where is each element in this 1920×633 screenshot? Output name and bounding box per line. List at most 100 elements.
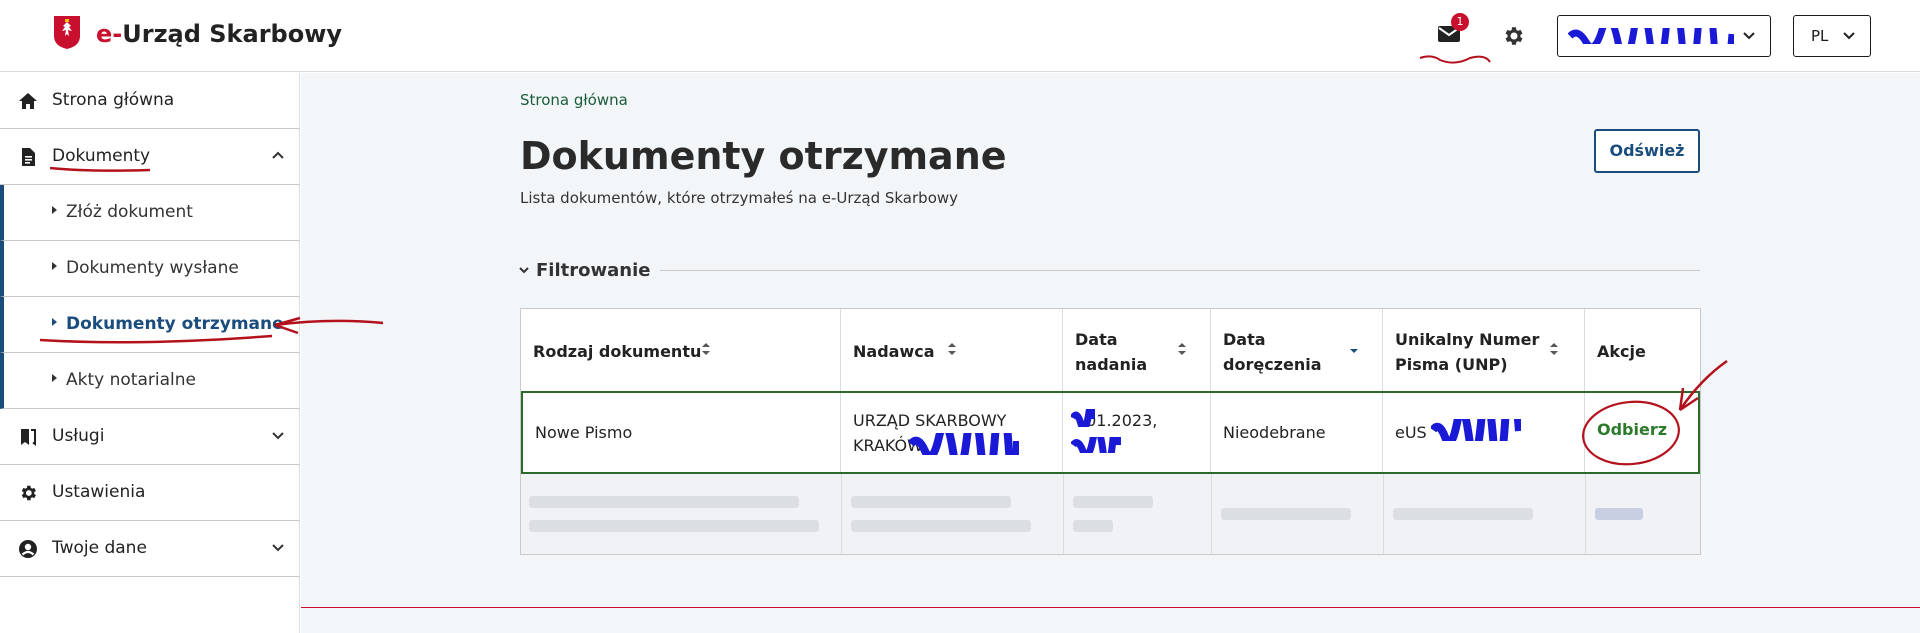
page-subtitle: Lista dokumentów, które otrzymałeś na e-… [520, 189, 959, 207]
blurred-action [1595, 508, 1643, 520]
cell-value: eUS [1395, 423, 1427, 442]
header-line: nadania [1075, 355, 1148, 374]
chevron-up-icon [272, 151, 284, 159]
column-header-label: Akcje [1597, 342, 1646, 361]
column-header-unp[interactable]: Unikalny Numer Pisma (UNP) [1383, 309, 1585, 391]
cell-value: Nieodebrane [1223, 423, 1326, 442]
sort-icon[interactable] [947, 342, 957, 356]
sort-icon[interactable] [1177, 342, 1187, 356]
column-header-label: Nadawca [853, 342, 935, 361]
column-divider [841, 474, 842, 554]
sort-icon[interactable] [701, 342, 711, 356]
brand-name: Urząd Skarbowy [122, 20, 343, 48]
chevron-down-icon [272, 544, 284, 552]
redaction-scribble [1431, 419, 1521, 441]
redaction-scribble [909, 433, 1019, 455]
breadcrumb-home-link[interactable]: Strona główna [520, 91, 628, 109]
column-header-label: Data nadania [1075, 327, 1147, 377]
header-line: Pisma (UNP) [1395, 355, 1508, 374]
sidebar-item-label: Usługi [52, 426, 105, 446]
table-row-blurred[interactable] [521, 474, 1700, 554]
footer-strip [301, 608, 1920, 633]
column-header-label: Data doręczenia [1223, 327, 1322, 377]
redaction-scribble [1071, 437, 1121, 453]
sidebar-subitem-received-documents[interactable]: Dokumenty otrzymane [0, 297, 300, 353]
header-line: Data [1223, 330, 1266, 349]
sidebar-item-label: Twoje dane [52, 538, 147, 558]
chevron-down-icon [519, 267, 529, 274]
brand-title[interactable]: e-Urząd Skarbowy [96, 20, 342, 48]
column-divider [1585, 474, 1586, 554]
page-title: Dokumenty otrzymane [520, 134, 1007, 178]
sort-desc-icon[interactable] [1349, 342, 1359, 356]
blurred-text [1393, 508, 1533, 520]
cell-date-sent: .01.2023, [1063, 393, 1211, 472]
blurred-text [1221, 508, 1351, 520]
cell-type: Nowe Pismo [523, 393, 841, 472]
account-dropdown-button[interactable] [1557, 15, 1771, 57]
sidebar-item-label: Ustawienia [52, 482, 146, 502]
refresh-button[interactable]: Odśwież [1594, 129, 1700, 173]
filter-toggle[interactable]: Filtrowanie [518, 260, 650, 281]
sidebar-item-home[interactable]: Strona główna [0, 73, 300, 129]
document-icon [22, 148, 35, 166]
bullet-icon [52, 318, 57, 326]
sidebar-item-label: Dokumenty wysłane [66, 258, 239, 278]
sidebar-item-your-data[interactable]: Twoje dane [0, 521, 300, 577]
blurred-text [851, 520, 1031, 532]
bookmark-icon [21, 429, 36, 446]
cell-sender: URZĄD SKARBOWY KRAKÓW [841, 393, 1063, 472]
chevron-down-icon [1743, 32, 1755, 40]
sidebar-subitem-sent-documents[interactable]: Dokumenty wysłane [0, 241, 300, 297]
sidebar-item-settings[interactable]: Ustawienia [0, 465, 300, 521]
language-select[interactable]: PL [1793, 15, 1871, 57]
column-header-sender[interactable]: Nadawca [841, 309, 1063, 391]
top-header: e-Urząd Skarbowy 1 PL [0, 0, 1920, 72]
sidebar-item-services[interactable]: Usługi [0, 409, 300, 465]
column-header-type[interactable]: Rodzaj dokumentu [521, 309, 841, 391]
user-icon [19, 540, 37, 558]
cell-status: Nieodebrane [1211, 393, 1383, 472]
chevron-down-icon [1843, 32, 1855, 40]
blurred-text [529, 520, 819, 532]
bullet-icon [52, 206, 57, 214]
bullet-icon [52, 262, 57, 270]
column-divider [1063, 474, 1064, 554]
blurred-text [851, 496, 1011, 508]
sidebar-nav: Strona główna Dokumenty Złóż dokument Do… [0, 73, 300, 633]
poland-emblem-logo[interactable] [52, 14, 82, 50]
blurred-text [1073, 520, 1113, 532]
chevron-down-icon [272, 432, 284, 440]
column-header-label: Unikalny Numer Pisma (UNP) [1395, 327, 1539, 377]
column-header-label: Rodzaj dokumentu [533, 342, 702, 361]
blurred-text [1073, 496, 1153, 508]
sender-line: URZĄD SKARBOWY [853, 411, 1007, 430]
blurred-text [529, 496, 799, 508]
gear-icon [21, 485, 36, 501]
column-divider [1211, 474, 1212, 554]
collect-document-link[interactable]: Odbierz [1597, 420, 1667, 439]
column-header-date-sent[interactable]: Data nadania [1063, 309, 1211, 391]
settings-gear-icon[interactable] [1501, 24, 1525, 48]
sidebar-subitem-notarial-acts[interactable]: Akty notarialne [0, 353, 300, 409]
documents-table: Rodzaj dokumentu Nadawca Data nadania Dat… [520, 308, 1701, 555]
header-line: Unikalny Numer [1395, 330, 1540, 349]
bullet-icon [52, 374, 57, 382]
column-divider [1383, 474, 1384, 554]
column-header-date-delivered[interactable]: Data doręczenia [1211, 309, 1383, 391]
sidebar-item-label: Złóż dokument [66, 202, 193, 222]
unread-badge: 1 [1451, 13, 1469, 31]
cell-value: Nowe Pismo [535, 423, 633, 442]
header-line: Data [1075, 330, 1118, 349]
sort-icon[interactable] [1549, 342, 1559, 356]
language-value: PL [1811, 27, 1829, 45]
column-header-actions: Akcje [1585, 309, 1700, 391]
cell-actions: Odbierz [1585, 393, 1698, 472]
filter-divider [660, 270, 1700, 271]
brand-prefix: e- [96, 20, 123, 48]
sidebar-subitem-submit-document[interactable]: Złóż dokument [0, 185, 300, 241]
sidebar-item-documents[interactable]: Dokumenty [0, 129, 300, 185]
table-row[interactable]: Nowe Pismo URZĄD SKARBOWY KRAKÓW .01.2023… [521, 391, 1700, 474]
sidebar-item-label: Akty notarialne [66, 370, 196, 390]
home-icon [19, 93, 37, 109]
